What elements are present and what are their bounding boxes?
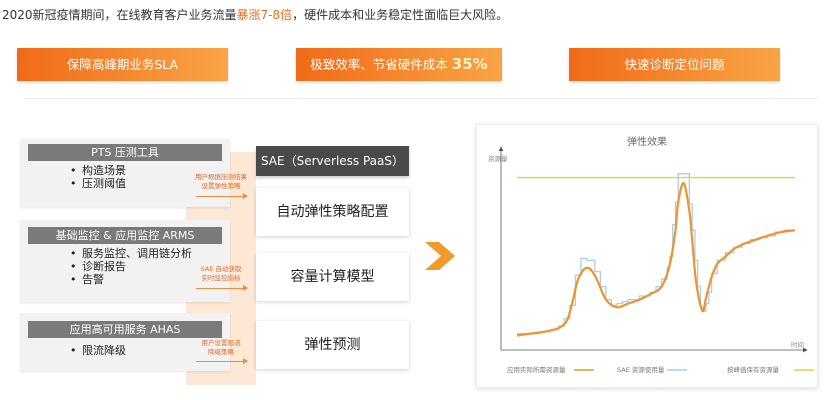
flow-label-pts: 用户根据压测结果 设置弹性策略	[186, 173, 256, 191]
flow-label-line: 用户根据压测结果	[195, 173, 247, 181]
tool-box-arms: 基础监控 & 应用监控 ARMS 服务监控、调用链分析 诊断报告 告警	[20, 220, 230, 302]
flow-label-ahas: 用户设置限流 降级策略	[186, 339, 256, 357]
banner-diagnosis-label: 快速诊断定位问题	[624, 57, 725, 72]
chart-title: 弹性效果	[627, 135, 667, 148]
sae-header: SAE（Serverless PaaS）	[256, 146, 409, 176]
chart-y-label: 资源量	[488, 154, 508, 163]
banner-sla: 保障高峰期业务SLA	[17, 48, 228, 81]
flow-label-line: 用户设置限流	[201, 339, 241, 347]
tool-title-pts: PTS 压测工具	[28, 144, 222, 161]
intro-prefix: 2020新冠疫情期间，在线教育客户业务流量	[2, 8, 237, 22]
flow-arrow-ahas	[196, 358, 248, 364]
tool-title-ahas: 应用高可用服务 AHAS	[28, 321, 222, 338]
chart-series-actual	[516, 182, 796, 337]
flow-label-line: 降级策略	[208, 348, 234, 356]
banner-efficiency-value: 35%	[451, 55, 488, 73]
flow-label-line: 实时监控指标	[201, 274, 241, 282]
chevron-right-icon	[425, 242, 455, 270]
sae-box-policy: 自动弹性策略配置	[256, 188, 409, 236]
banner-diagnosis: 快速诊断定位问题	[569, 48, 780, 81]
chart-x-label: 时间	[791, 340, 804, 349]
intro-highlight: 暴涨7-8倍	[236, 8, 293, 22]
legend-label: 按峰值保有资源量	[727, 365, 780, 374]
intro-text: 2020新冠疫情期间，在线教育客户业务流量暴涨7-8倍，硬件成本和业务稳定性面临…	[2, 6, 508, 23]
tool-item: 服务监控、调用链分析	[70, 247, 230, 260]
flow-label-line: 设置弹性策略	[201, 182, 241, 190]
flow-label-arms: SAE 自动获取 实时监控指标	[186, 265, 256, 283]
sae-box-prediction: 弹性预测	[256, 321, 409, 369]
flow-arrow-pts	[196, 193, 248, 199]
intro-suffix: ，硬件成本和业务稳定性面临巨大风险。	[292, 8, 509, 22]
banner-efficiency-label: 极致效率、节省硬件成本	[310, 57, 448, 72]
banner-efficiency: 极致效率、节省硬件成本 35%	[296, 48, 502, 81]
chart-legend: 应用实际所需资源量 SAE 资源使用量 按峰值保有资源量	[507, 365, 814, 374]
elasticity-chart: 弹性效果 资源量 时间 应用实际所需资源量 SAE 资源使用量 按峰值保有资源量	[488, 135, 814, 374]
elasticity-chart-panel: 弹性效果 资源量 时间 应用实际所需资源量 SAE 资源使用量 按峰值保有资源量	[476, 124, 818, 388]
flow-label-line: SAE 自动获取	[200, 265, 242, 273]
sae-box-capacity: 容量计算模型	[256, 253, 409, 301]
chart-series-sae	[517, 173, 795, 335]
banner-sla-label: 保障高峰期业务SLA	[66, 57, 179, 72]
flow-arrow-arms	[196, 285, 248, 291]
chart-series-layer	[516, 173, 796, 337]
tool-title-arms: 基础监控 & 应用监控 ARMS	[28, 227, 222, 244]
legend-label: SAE 资源使用量	[617, 365, 665, 374]
legend-label: 应用实际所需资源量	[507, 365, 566, 374]
divider-line	[24, 98, 818, 99]
